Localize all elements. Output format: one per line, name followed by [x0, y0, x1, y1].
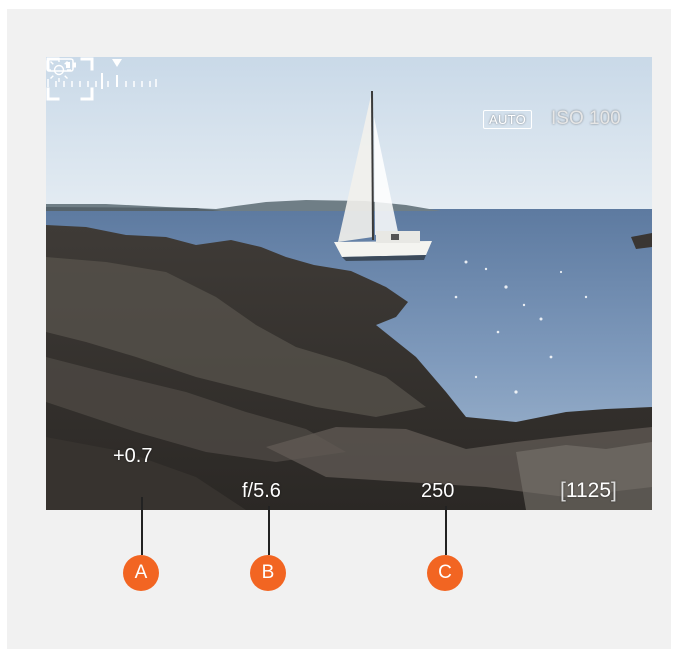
callout-badge-a: A — [123, 555, 159, 591]
mode-badge[interactable]: AUTO — [483, 110, 533, 129]
shots-remaining: [1125] — [560, 479, 617, 503]
shots-remaining-close-bracket: ] — [611, 479, 617, 502]
aperture-value[interactable]: f/5.6 — [242, 480, 281, 502]
shots-remaining-count: 1125 — [565, 479, 612, 502]
callout-badge-c: C — [427, 555, 463, 591]
exposure-compensation-value[interactable]: +0.7 — [113, 445, 152, 467]
shutter-speed-value[interactable]: 250 — [421, 480, 454, 502]
callout-badge-b: B — [250, 555, 286, 591]
callout-line-c — [445, 506, 447, 555]
callout-line-a — [141, 497, 143, 555]
viewfinder-live-view[interactable]: AUTO ISO 100 +0.7 f/5.6 250 [1125] — [46, 57, 652, 510]
iso-indicator[interactable]: ISO 100 — [551, 108, 621, 130]
exposure-scale-icon[interactable] — [46, 57, 158, 89]
callout-line-b — [268, 506, 270, 555]
